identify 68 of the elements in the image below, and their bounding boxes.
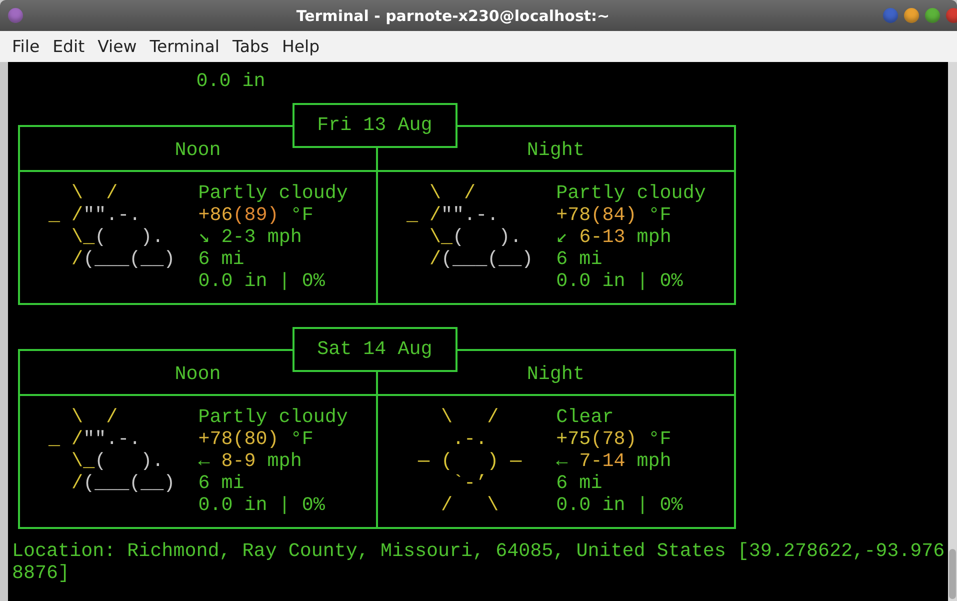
ascii-art-text: ( ). <box>94 450 164 472</box>
window-menu-button[interactable] <box>8 8 23 23</box>
ascii-art-text: \_ <box>428 226 453 248</box>
precipitation-text: 0.0 in | 0% <box>198 270 325 292</box>
precipitation-text: 0.0 in | 0% <box>198 494 325 516</box>
precipitation-text: 0.0 in | 0% <box>556 270 683 292</box>
date-label: Sat 14 Aug <box>292 327 458 372</box>
ascii-art-text: / <box>70 472 84 494</box>
ascii-art-text: (___(__) <box>83 248 176 270</box>
location-text: Location: Richmond, Ray County, Missouri, 64085, United States [39.278622,-93.9768876] <box>12 540 945 584</box>
ascii-art-text: "".-. <box>83 428 141 450</box>
ascii-art-text: \ / <box>70 406 118 428</box>
menu-item[interactable]: View <box>92 35 144 58</box>
wind-text: ↙ 6-13 mph <box>556 226 672 248</box>
ascii-art-text: ( ). <box>452 226 522 248</box>
wind-text: ← 7-14 mph <box>556 450 672 472</box>
ascii-art-text: _ / <box>48 204 84 226</box>
visibility-text: 6 mi <box>556 472 602 494</box>
menu-item[interactable]: Edit <box>46 35 92 58</box>
period-heading: Night <box>526 138 584 160</box>
temperature-text: +78(84) °F <box>556 204 672 226</box>
ascii-art-text: / <box>70 248 84 270</box>
ascii-art-text: ― ( ) ― <box>416 450 522 472</box>
ascii-art-text: \ / <box>70 182 118 204</box>
ascii-art-text: / <box>428 248 442 270</box>
scrollbar[interactable] <box>948 62 957 601</box>
ascii-art-text: .-. <box>452 428 488 450</box>
ascii-art-text: \_ <box>70 226 95 248</box>
ascii-art-text: ( ). <box>94 226 164 248</box>
ascii-art-text: / \ <box>440 494 499 516</box>
wind-text: ← 8-9 mph <box>198 450 302 472</box>
window-title: Terminal - parnote-x230@localhost:~ <box>295 6 611 24</box>
ascii-art-text: `-’ <box>452 472 488 494</box>
ascii-art-text: _ / <box>48 428 84 450</box>
ascii-art-text: \ / <box>428 182 476 204</box>
date-label: Fri 13 Aug <box>292 103 458 148</box>
visibility-text: 6 mi <box>198 248 244 270</box>
maximize-button[interactable] <box>925 8 940 23</box>
ascii-art-text: \_ <box>70 450 95 472</box>
visibility-text: 6 mi <box>556 248 602 270</box>
sticky-button[interactable] <box>883 8 898 23</box>
temperature-text: +75(78) °F <box>556 428 672 450</box>
minimize-button[interactable] <box>904 8 919 23</box>
period-heading: Night <box>526 362 584 384</box>
wind-text: ↘ 2-3 mph <box>198 226 302 248</box>
condition-text: Partly cloudy <box>198 406 348 428</box>
scrollbar-thumb[interactable] <box>949 549 956 599</box>
menu-item[interactable]: Tabs <box>226 35 276 58</box>
precipitation-text: 0.0 in | 0% <box>556 494 683 516</box>
condition-text: Partly cloudy <box>556 182 706 204</box>
menu-item[interactable]: Terminal <box>144 35 226 58</box>
period-heading: Noon <box>174 362 221 384</box>
ascii-art-text: (___(__) <box>441 248 534 270</box>
menu-item[interactable]: Help <box>276 35 327 58</box>
close-button[interactable] <box>946 8 957 23</box>
condition-text: Clear <box>556 406 614 428</box>
period-heading: Noon <box>174 138 221 160</box>
temperature-text: +78(80) °F <box>198 428 314 450</box>
condition-text: Partly cloudy <box>198 182 348 204</box>
ascii-art-text: "".-. <box>441 204 499 226</box>
ascii-art-text: _ / <box>405 204 442 226</box>
visibility-text: 6 mi <box>198 472 244 494</box>
ascii-art-text: \ / <box>440 406 499 428</box>
menu-item[interactable]: File <box>6 35 47 58</box>
ascii-art-text: "".-. <box>83 204 141 226</box>
ascii-art-text: (___(__) <box>83 472 176 494</box>
temperature-text: +86(89) °F <box>198 204 314 226</box>
precipitation-text: 0.0 in <box>196 70 266 92</box>
